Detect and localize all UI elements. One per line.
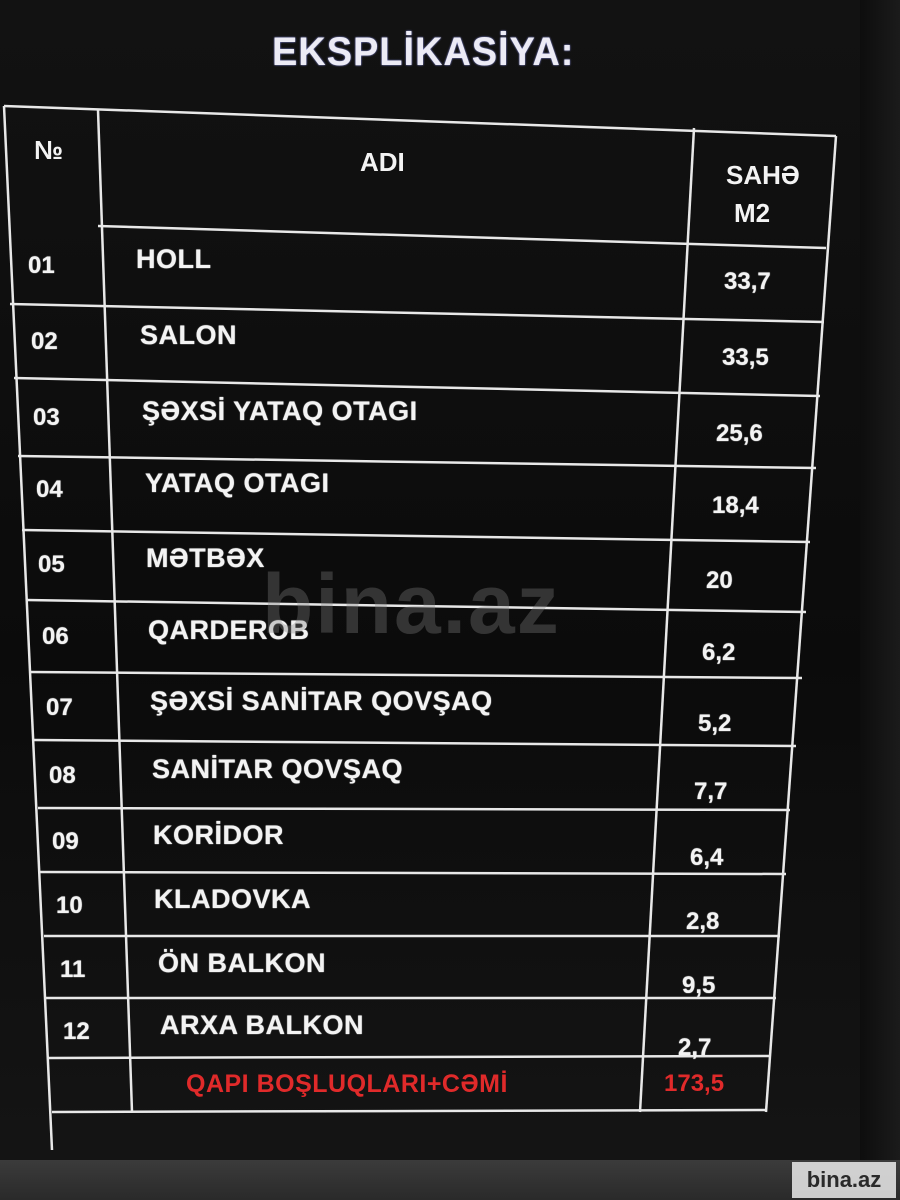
row-area: 2,7 [678, 1034, 712, 1061]
row-number: 02 [31, 328, 58, 355]
row-area: 6,4 [690, 844, 724, 871]
row-name: ŞƏXSİ SANİTAR QOVŞAQ [150, 686, 493, 716]
row-name: MƏTBƏX [146, 543, 265, 573]
row-number: 11 [60, 956, 86, 983]
row-area: 5,2 [698, 710, 732, 737]
grid-line-row-4 [17, 454, 817, 470]
grid-line-row-7 [29, 670, 803, 680]
grid-line-col-2 [638, 127, 696, 1113]
row-number: 10 [56, 892, 83, 919]
grid-line-row-0 [3, 104, 837, 138]
row-number: 03 [33, 404, 60, 431]
row-number: 06 [42, 623, 69, 650]
row-name: ARXA BALKON [160, 1010, 364, 1040]
watermark-logo: bina.az [262, 557, 561, 651]
grid-line-row-14 [51, 1108, 767, 1114]
total-label: QAPI BOŞLUQLARI+CƏMİ [186, 1070, 508, 1098]
row-area: 25,6 [716, 420, 763, 447]
grid-line-row-9 [37, 806, 791, 812]
row-number: 05 [38, 551, 65, 578]
row-area: 33,7 [724, 268, 771, 295]
header-number: № [34, 135, 63, 165]
row-name: YATAQ OTAGI [145, 468, 330, 498]
row-number: 07 [46, 694, 73, 721]
row-area: 9,5 [682, 972, 716, 999]
row-name: KLADOVKA [154, 884, 311, 914]
corner-badge-logo: bina.az [792, 1162, 896, 1198]
grid-line-row-8 [33, 738, 797, 748]
header-area-line1: SAHƏ [726, 160, 800, 190]
row-name: ÖN BALKON [158, 948, 326, 978]
row-name: ŞƏXSİ YATAQ OTAGI [142, 396, 418, 426]
row-area: 18,4 [712, 492, 759, 519]
row-name: SALON [140, 320, 237, 350]
row-number: 12 [63, 1018, 90, 1045]
grid-line-row-2 [9, 302, 825, 324]
grid-line-col-1 [96, 109, 134, 1113]
grid-line-row-10 [39, 870, 787, 876]
header-area-line2: M2 [734, 198, 771, 228]
grid-line-row-13 [47, 1054, 771, 1060]
row-area: 33,5 [722, 344, 769, 371]
row-area: 7,7 [694, 778, 728, 805]
row-name: HOLL [136, 244, 212, 274]
grid-line-row-5 [21, 528, 811, 544]
row-name: KORİDOR [153, 820, 284, 850]
row-area: 6,2 [702, 639, 736, 666]
row-number: 08 [49, 762, 76, 789]
grid-line-right-border [764, 135, 838, 1113]
row-number: 01 [28, 252, 55, 279]
row-number: 09 [52, 828, 79, 855]
total-area: 173,5 [664, 1070, 725, 1097]
row-area: 20 [706, 567, 733, 594]
header-name: ADI [360, 147, 405, 177]
grid-line-row-3 [13, 376, 821, 398]
row-name: SANİTAR QOVŞAQ [152, 754, 404, 784]
row-number: 04 [36, 476, 63, 503]
row-area: 2,8 [686, 908, 720, 935]
